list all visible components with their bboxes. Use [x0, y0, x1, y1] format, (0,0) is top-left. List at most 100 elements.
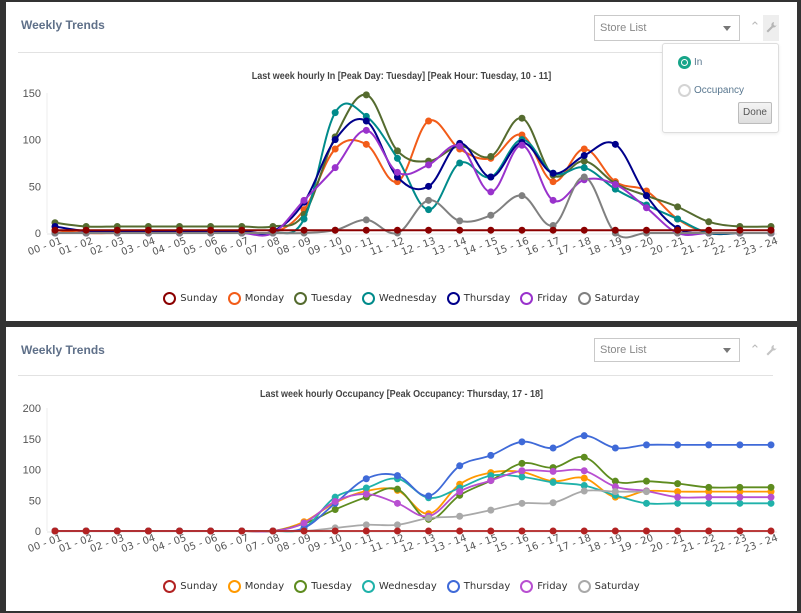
- radio-selected-icon[interactable]: [678, 56, 691, 69]
- data-point[interactable]: [238, 226, 246, 234]
- data-point[interactable]: [362, 226, 370, 234]
- data-point[interactable]: [456, 217, 464, 225]
- legend-item-saturday[interactable]: Saturday: [577, 580, 640, 593]
- data-point[interactable]: [113, 527, 121, 535]
- done-button[interactable]: Done: [738, 102, 772, 124]
- data-point[interactable]: [51, 527, 59, 535]
- data-point[interactable]: [269, 226, 277, 234]
- legend-item-friday[interactable]: Friday: [520, 292, 568, 305]
- data-point[interactable]: [580, 474, 588, 482]
- data-point[interactable]: [674, 226, 682, 234]
- data-point[interactable]: [393, 226, 401, 234]
- legend-item-sunday[interactable]: Sunday: [163, 580, 218, 593]
- data-point[interactable]: [207, 226, 215, 234]
- data-point[interactable]: [518, 459, 526, 467]
- data-point[interactable]: [642, 499, 650, 507]
- data-point[interactable]: [425, 226, 433, 234]
- data-point[interactable]: [736, 441, 744, 449]
- data-point[interactable]: [362, 216, 370, 224]
- data-point[interactable]: [674, 527, 682, 535]
- data-point[interactable]: [580, 164, 588, 172]
- data-point[interactable]: [674, 499, 682, 507]
- data-point[interactable]: [362, 490, 370, 498]
- data-point[interactable]: [611, 488, 619, 496]
- data-point[interactable]: [393, 168, 401, 176]
- data-point[interactable]: [580, 152, 588, 160]
- legend-item-sunday[interactable]: Sunday: [163, 292, 218, 305]
- data-point[interactable]: [674, 441, 682, 449]
- data-point[interactable]: [642, 441, 650, 449]
- data-point[interactable]: [518, 499, 526, 507]
- legend-item-thursday[interactable]: Thursday: [446, 292, 510, 305]
- data-point[interactable]: [611, 226, 619, 234]
- data-point[interactable]: [300, 215, 308, 223]
- data-point[interactable]: [736, 527, 744, 535]
- data-point[interactable]: [393, 154, 401, 162]
- legend-item-thursday[interactable]: Thursday: [446, 580, 510, 593]
- data-point[interactable]: [518, 226, 526, 234]
- data-point[interactable]: [425, 492, 433, 500]
- data-point[interactable]: [456, 462, 464, 470]
- data-point[interactable]: [487, 506, 495, 514]
- data-point[interactable]: [518, 467, 526, 475]
- data-point[interactable]: [331, 497, 339, 505]
- data-point[interactable]: [487, 173, 495, 181]
- data-point[interactable]: [331, 527, 339, 535]
- data-point[interactable]: [487, 477, 495, 485]
- data-point[interactable]: [642, 226, 650, 234]
- data-point[interactable]: [487, 226, 495, 234]
- data-point[interactable]: [393, 527, 401, 535]
- data-point[interactable]: [487, 152, 495, 160]
- data-point[interactable]: [736, 493, 744, 501]
- data-point[interactable]: [674, 493, 682, 501]
- data-point[interactable]: [487, 527, 495, 535]
- data-point[interactable]: [642, 477, 650, 485]
- data-point[interactable]: [518, 527, 526, 535]
- data-point[interactable]: [705, 493, 713, 501]
- data-point[interactable]: [549, 478, 557, 486]
- data-point[interactable]: [393, 521, 401, 529]
- data-point[interactable]: [456, 142, 464, 150]
- data-point[interactable]: [767, 493, 775, 501]
- legend-item-wednesday[interactable]: Wednesday: [361, 292, 437, 305]
- data-point[interactable]: [51, 226, 59, 234]
- data-point[interactable]: [82, 226, 90, 234]
- data-point[interactable]: [300, 527, 308, 535]
- data-point[interactable]: [767, 527, 775, 535]
- data-point[interactable]: [456, 527, 464, 535]
- data-point[interactable]: [580, 467, 588, 475]
- legend-item-tuesday[interactable]: Tuesday: [294, 292, 352, 305]
- data-point[interactable]: [580, 226, 588, 234]
- data-point[interactable]: [144, 527, 152, 535]
- data-point[interactable]: [736, 499, 744, 507]
- data-point[interactable]: [549, 499, 557, 507]
- data-point[interactable]: [331, 136, 339, 144]
- data-point[interactable]: [549, 169, 557, 177]
- data-point[interactable]: [705, 483, 713, 491]
- data-point[interactable]: [736, 226, 744, 234]
- data-point[interactable]: [456, 159, 464, 167]
- legend-item-tuesday[interactable]: Tuesday: [294, 580, 352, 593]
- legend-item-friday[interactable]: Friday: [520, 580, 568, 593]
- data-point[interactable]: [362, 91, 370, 99]
- data-point[interactable]: [393, 472, 401, 480]
- data-point[interactable]: [331, 145, 339, 153]
- data-point[interactable]: [456, 226, 464, 234]
- legend-item-monday[interactable]: Monday: [227, 580, 284, 593]
- data-point[interactable]: [549, 178, 557, 186]
- data-point[interactable]: [331, 164, 339, 172]
- data-point[interactable]: [767, 483, 775, 491]
- data-point[interactable]: [518, 141, 526, 149]
- data-point[interactable]: [611, 527, 619, 535]
- data-point[interactable]: [425, 182, 433, 190]
- data-point[interactable]: [705, 441, 713, 449]
- data-point[interactable]: [176, 527, 184, 535]
- data-point[interactable]: [456, 512, 464, 520]
- data-point[interactable]: [425, 196, 433, 204]
- data-point[interactable]: [331, 226, 339, 234]
- option-occupancy[interactable]: Occupancy: [678, 84, 744, 97]
- data-point[interactable]: [767, 499, 775, 507]
- data-point[interactable]: [331, 505, 339, 513]
- data-point[interactable]: [705, 527, 713, 535]
- data-point[interactable]: [425, 161, 433, 169]
